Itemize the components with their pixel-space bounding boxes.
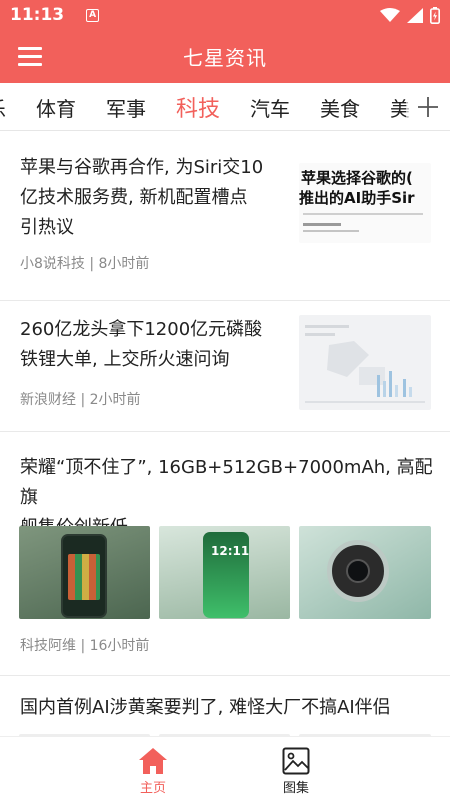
wifi-icon — [380, 7, 400, 22]
gallery-icon — [282, 747, 310, 775]
tab-tech[interactable]: 科技 — [176, 91, 220, 123]
camera-module-image — [327, 540, 389, 602]
app-title: 七星资讯 — [183, 46, 267, 70]
app-bar: 七星资讯 — [0, 30, 450, 83]
bottom-navigation: 主页 图集 — [0, 736, 450, 800]
battery-icon — [430, 6, 440, 24]
news-title: 苹果与谷歌再合作, 为Siri交10 亿技术服务费, 新机配置槽点 引热议 — [20, 157, 264, 238]
notification-a-icon: A — [86, 8, 100, 22]
tab-food[interactable]: 美食 — [320, 93, 360, 122]
news-thumbnail — [299, 315, 431, 410]
news-feed: 苹果与谷歌再合作, 为Siri交10 亿技术服务费, 新机配置槽点 引热议 小8… — [0, 131, 450, 736]
nav-gallery[interactable]: 图集 — [266, 747, 326, 796]
news-image-2: 12:11 — [159, 526, 290, 619]
nav-home-label: 主页 — [139, 781, 166, 796]
thumb-caption — [303, 223, 341, 226]
news-source-time: 科技阿维 | 16小时前 — [20, 638, 150, 654]
nav-gallery-label: 图集 — [282, 781, 309, 796]
add-channel-button[interactable] — [406, 83, 450, 130]
phone-image: 12:11 — [203, 532, 249, 618]
status-time: 11:13 — [10, 5, 65, 25]
category-tabs: 乐 体育 军事 科技 汽车 美食 美 — [0, 83, 450, 131]
phone-image — [61, 534, 107, 618]
top-bar: 11:13 A 七星资讯 — [0, 0, 450, 83]
tab-track: 乐 体育 军事 科技 汽车 美食 美 — [0, 83, 440, 130]
tab-entertainment[interactable]: 乐 — [0, 93, 6, 122]
news-thumbnail: 苹果选择谷歌的( 推出的AI助手Sir — [299, 163, 431, 243]
thumb-text-line: 苹果选择谷歌的( — [301, 169, 413, 187]
news-item[interactable]: 荣耀“顶不住了”, 16GB+512GB+7000mAh, 高配旗 舰售价创新低… — [0, 432, 450, 676]
news-item[interactable]: 260亿龙头拿下1200亿元磷酸 铁锂大单, 上交所火速问询 新浪财经 | 2小… — [0, 301, 450, 432]
news-source-time: 小8说科技 | 8小时前 — [20, 256, 150, 272]
status-icons — [380, 6, 440, 24]
news-source-time: 新浪财经 | 2小时前 — [20, 392, 141, 408]
tab-auto[interactable]: 汽车 — [250, 93, 290, 122]
news-item[interactable]: 苹果与谷歌再合作, 为Siri交10 亿技术服务费, 新机配置槽点 引热议 小8… — [0, 131, 450, 301]
news-title: 260亿龙头拿下1200亿元磷酸 铁锂大单, 上交所火速问询 — [20, 319, 263, 370]
status-bar: 11:13 A — [0, 0, 450, 30]
news-image-1 — [19, 526, 150, 619]
home-icon — [139, 748, 167, 774]
tab-sports[interactable]: 体育 — [36, 93, 76, 122]
thumb-caption — [303, 213, 423, 215]
tab-military[interactable]: 军事 — [106, 93, 146, 122]
news-title: 国内首例AI涉黄案要判了, 难怪大厂不搞AI伴侣 — [20, 697, 391, 718]
plus-icon — [418, 97, 438, 117]
news-item[interactable]: 国内首例AI涉黄案要判了, 难怪大厂不搞AI伴侣 — [0, 676, 450, 736]
news-image-3 — [299, 526, 431, 619]
thumb-caption — [303, 230, 359, 232]
nav-home[interactable]: 主页 — [123, 747, 183, 796]
hamburger-menu-icon[interactable] — [18, 43, 48, 69]
chart-thumbnail-image — [305, 325, 425, 403]
signal-icon — [407, 7, 423, 23]
thumb-text-line: 推出的AI助手Sir — [299, 189, 415, 207]
phone-clock-text: 12:11 — [211, 544, 250, 558]
